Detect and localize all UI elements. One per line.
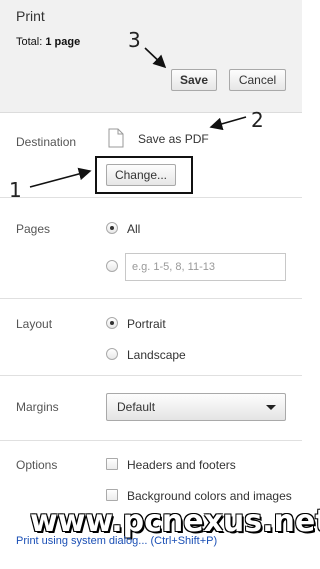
headers-footers-label: Headers and footers <box>127 458 236 472</box>
pages-all-label: All <box>127 222 141 236</box>
page-title: Print <box>16 8 45 24</box>
watermark-text: www.pcnexus.net <box>30 504 320 539</box>
total-value: 1 page <box>45 36 81 48</box>
headers-footers-checkbox[interactable] <box>106 458 118 470</box>
landscape-radio[interactable] <box>106 348 118 360</box>
annotation-number-3: 3 <box>128 28 141 52</box>
layout-label: Layout <box>16 317 53 331</box>
pages-range-input[interactable]: e.g. 1-5, 8, 11-13 <box>125 253 286 281</box>
annotation-number-2: 2 <box>251 108 264 132</box>
options-label: Options <box>16 458 58 472</box>
pages-label: Pages <box>16 222 51 236</box>
total-label: Total: <box>16 36 43 48</box>
destination-name: Save as PDF <box>138 132 209 146</box>
portrait-label: Portrait <box>127 317 166 331</box>
save-button[interactable]: Save <box>171 69 217 91</box>
pages-section: Pages <box>0 198 302 299</box>
cancel-button[interactable]: Cancel <box>229 69 286 91</box>
layout-section: Layout <box>0 299 302 376</box>
margins-select[interactable]: Default <box>106 393 286 421</box>
document-icon <box>108 128 124 148</box>
margins-value: Default <box>117 400 156 414</box>
background-graphics-label: Background colors and images <box>127 489 292 503</box>
destination-label: Destination <box>16 135 77 149</box>
landscape-label: Landscape <box>127 348 186 362</box>
portrait-radio[interactable] <box>106 317 118 329</box>
margins-label: Margins <box>16 400 59 414</box>
annotation-number-1: 1 <box>9 178 22 202</box>
pages-all-radio[interactable] <box>106 222 118 234</box>
change-destination-button[interactable]: Change... <box>106 164 176 186</box>
background-graphics-checkbox[interactable] <box>106 489 118 501</box>
print-header: Print Total: 1 page Save Cancel <box>0 0 302 113</box>
total-pages: Total: 1 page <box>16 36 80 48</box>
system-dialog-link[interactable]: Print using system dialog... (Ctrl+Shift… <box>16 535 217 547</box>
pages-range-radio[interactable] <box>106 260 118 272</box>
chevron-down-icon <box>266 405 276 410</box>
